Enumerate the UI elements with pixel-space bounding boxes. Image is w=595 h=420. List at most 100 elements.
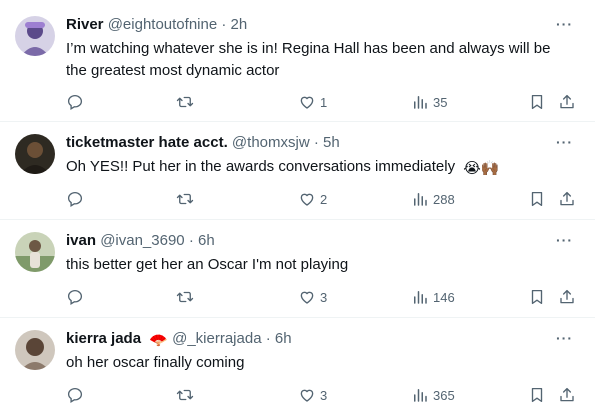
share-button[interactable]	[558, 93, 576, 111]
retweet-button[interactable]	[176, 288, 198, 306]
tweet-text-block: Oh YES!! Put her in the awards conversat…	[66, 156, 571, 180]
reply-icon	[67, 191, 83, 207]
bookmark-icon	[531, 387, 543, 403]
retweet-icon	[176, 389, 194, 401]
more-icon[interactable]: ···	[556, 16, 573, 32]
tweet-header: River @eightoutofnine · 2h	[66, 16, 247, 33]
like-icon	[300, 96, 314, 109]
tweet-text: oh her oscar finally coming	[66, 354, 245, 371]
like-button[interactable]: 3	[298, 288, 327, 306]
user-handle[interactable]: @_kierrajada	[172, 330, 261, 347]
like-icon	[300, 389, 314, 402]
tweet-header: kierra jada 🪭 @_kierrajada · 6h	[66, 330, 292, 349]
tweet[interactable]: ivan @ivan_3690 · 6h ··· this better get…	[0, 220, 595, 318]
views-count: 146	[433, 289, 455, 305]
share-icon	[560, 289, 574, 304]
share-icon	[560, 94, 574, 109]
share-icon	[560, 191, 574, 206]
views-icon	[414, 193, 427, 206]
separator: ·	[265, 330, 271, 347]
timestamp[interactable]: 5h	[323, 134, 340, 151]
reply-button[interactable]	[66, 93, 88, 111]
user-handle[interactable]: @eightoutofnine	[108, 16, 217, 33]
action-bar: 1 35	[66, 93, 581, 113]
reply-button[interactable]	[66, 190, 88, 208]
display-name[interactable]: kierra jada	[66, 330, 141, 347]
user-handle[interactable]: @ivan_3690	[100, 232, 184, 249]
timestamp[interactable]: 2h	[231, 16, 248, 33]
like-count: 3	[320, 289, 328, 305]
fan-emoji: 🪭	[149, 332, 168, 349]
action-bar: 3 146	[66, 288, 581, 308]
more-icon[interactable]: ···	[556, 330, 573, 346]
retweet-button[interactable]	[176, 93, 198, 111]
bookmark-button[interactable]	[528, 386, 546, 404]
bookmark-icon	[531, 94, 543, 110]
views-button[interactable]: 288	[411, 190, 455, 208]
timestamp[interactable]: 6h	[275, 330, 292, 347]
separator: ·	[313, 134, 319, 151]
reply-icon	[67, 387, 83, 403]
avatar[interactable]	[15, 232, 55, 272]
avatar[interactable]	[15, 16, 55, 56]
separator: ·	[188, 232, 194, 249]
views-icon	[414, 291, 427, 304]
action-bar: 2 288	[66, 190, 581, 210]
retweet-icon	[176, 291, 194, 303]
views-button[interactable]: 35	[411, 93, 447, 111]
bookmark-button[interactable]	[528, 288, 546, 306]
timestamp[interactable]: 6h	[198, 232, 215, 249]
reply-icon	[67, 94, 83, 110]
like-count: 1	[320, 94, 328, 110]
avatar[interactable]	[15, 134, 55, 174]
retweet-button[interactable]	[176, 190, 198, 208]
share-icon	[560, 387, 574, 402]
views-button[interactable]: 146	[411, 288, 455, 306]
bookmark-icon	[531, 191, 543, 207]
like-icon	[300, 193, 314, 206]
action-bar: 3 365	[66, 386, 581, 406]
tweet-text: I’m watching whatever she is in! Regina …	[66, 40, 551, 79]
reply-button[interactable]	[66, 386, 88, 404]
tweet-header: ivan @ivan_3690 · 6h	[66, 232, 215, 249]
reply-button[interactable]	[66, 288, 88, 306]
avatar[interactable]	[15, 330, 55, 370]
like-button[interactable]: 2	[298, 190, 327, 208]
retweet-icon	[176, 193, 194, 205]
separator: ·	[221, 16, 227, 33]
reply-icon	[67, 289, 83, 305]
like-icon	[300, 291, 314, 304]
like-count: 2	[320, 191, 328, 207]
share-button[interactable]	[558, 288, 576, 306]
tweet[interactable]: River @eightoutofnine · 2h ··· I’m watch…	[0, 0, 595, 122]
retweet-button[interactable]	[176, 386, 198, 404]
tweet[interactable]: kierra jada 🪭 @_kierrajada · 6h ··· oh h…	[0, 318, 595, 420]
views-count: 35	[433, 94, 448, 110]
display-name[interactable]: ticketmaster hate acct.	[66, 134, 228, 151]
retweet-icon	[176, 96, 194, 108]
bookmark-button[interactable]	[528, 93, 546, 111]
crying-praising-emoji: 😭🙌🏾	[463, 160, 500, 177]
tweet-text: Oh YES!! Put her in the awards conversat…	[66, 158, 456, 175]
more-icon[interactable]: ···	[556, 134, 573, 150]
like-button[interactable]: 3	[298, 386, 327, 404]
tweet-header: ticketmaster hate acct. @thomxsjw · 5h	[66, 134, 340, 151]
views-icon	[414, 389, 427, 402]
like-button[interactable]: 1	[298, 93, 327, 111]
share-button[interactable]	[558, 190, 576, 208]
like-count: 3	[320, 387, 328, 403]
display-name[interactable]: ivan	[66, 232, 96, 249]
tweet[interactable]: ticketmaster hate acct. @thomxsjw · 5h ·…	[0, 122, 595, 220]
bookmark-icon	[531, 289, 543, 305]
tweet-text: this better get her an Oscar I'm not pla…	[66, 256, 349, 273]
more-icon[interactable]: ···	[556, 232, 573, 248]
views-count: 365	[433, 387, 455, 403]
user-handle[interactable]: @thomxsjw	[232, 134, 310, 151]
views-count: 288	[433, 191, 455, 207]
views-button[interactable]: 365	[411, 386, 455, 404]
bookmark-button[interactable]	[528, 190, 546, 208]
tweet-feed: River @eightoutofnine · 2h ··· I’m watch…	[0, 0, 595, 420]
views-icon	[414, 96, 427, 109]
display-name[interactable]: River	[66, 16, 104, 33]
share-button[interactable]	[558, 386, 576, 404]
